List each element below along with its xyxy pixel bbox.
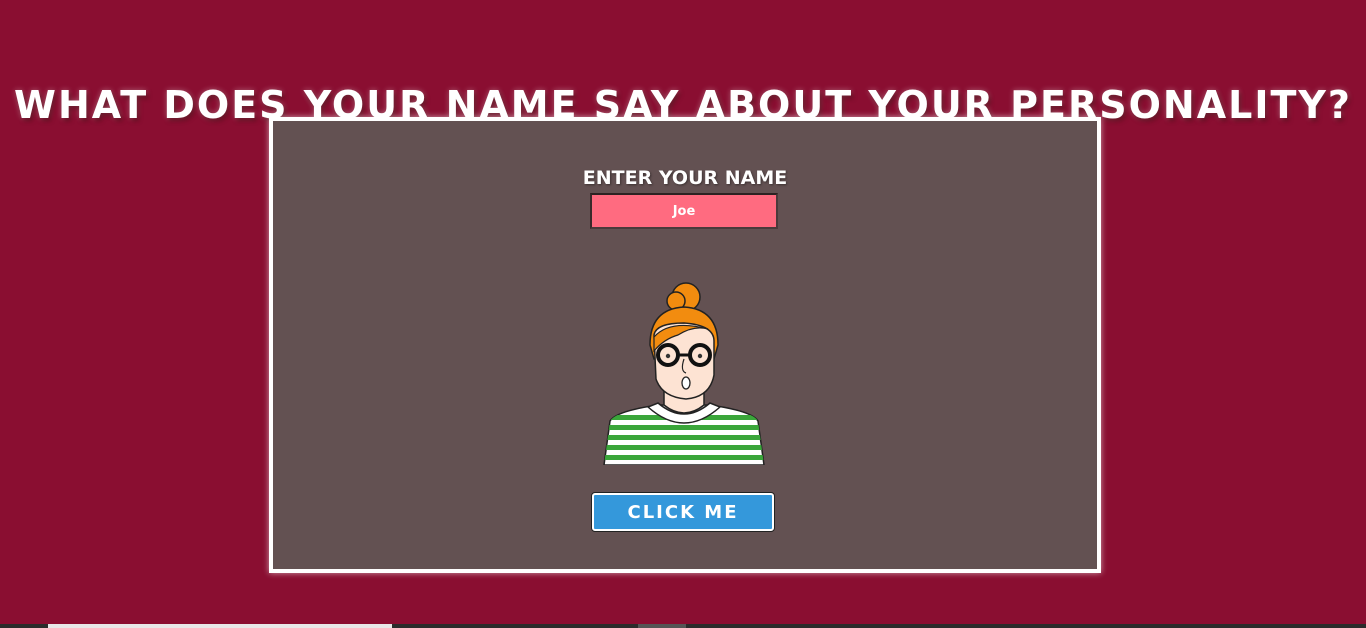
main-card: Enter your name (269, 117, 1101, 573)
horizontal-scrollbar[interactable] (0, 624, 1366, 628)
avatar-icon (603, 282, 765, 465)
name-label: Enter your name (582, 167, 788, 189)
scrollbar-marker (638, 624, 686, 628)
click-me-button[interactable]: Click me (592, 493, 774, 531)
name-input[interactable] (590, 193, 778, 229)
scrollbar-thumb[interactable] (48, 624, 392, 628)
